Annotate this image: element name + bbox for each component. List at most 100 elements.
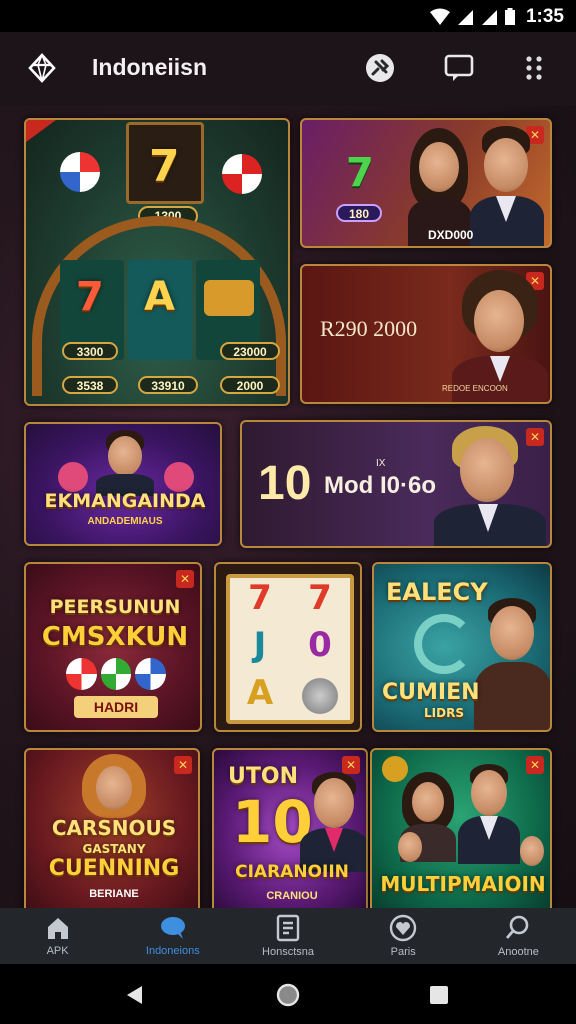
man-portrait	[458, 764, 520, 864]
top-reel: 7	[126, 122, 204, 204]
game-card-r290[interactable]: ✕ R290 2000 REDOE ENCOON	[300, 264, 552, 404]
reel-window: 7 7 J 0 A	[226, 574, 354, 724]
card-title: EKMANGAINDA	[44, 490, 206, 512]
bottom-nav: APK Indoneions Honsctsna Paris Anootne	[0, 908, 576, 964]
hot-badge: ✕	[174, 756, 192, 774]
card-title-line1: CARSNOUS	[51, 816, 177, 840]
game-card-carsnous[interactable]: ✕ CARSNOUS GASTANY CUENNING BERIANE	[24, 748, 200, 908]
card-title-line1: PEERSUNUN	[49, 596, 181, 618]
crowd-portrait-1	[390, 830, 430, 870]
card-label: HADRI	[74, 696, 158, 718]
card-title-line3: CUENNING	[48, 856, 180, 881]
nav-label: Anootne	[497, 946, 539, 958]
game-card-slot-table[interactable]: 7 1300 7 A 3300 23000 3538 33910 2000	[24, 118, 290, 406]
chip-icon-2	[222, 154, 262, 194]
card-headline: Mod I0·6o	[324, 472, 436, 499]
app-logo-icon[interactable]	[26, 52, 58, 84]
rewards-button[interactable]	[362, 50, 398, 86]
card-title-line2: CUMIEN	[382, 680, 480, 705]
card-headline: R290 2000	[320, 316, 418, 341]
game-grid: 7 1300 7 A 3300 23000 3538 33910 2000 ✕ …	[0, 106, 576, 908]
game-card-reel-machine[interactable]: 7 7 J 0 A	[214, 562, 362, 732]
man-portrait	[430, 426, 548, 546]
host-portrait	[96, 430, 154, 496]
reel-symbol-4: 0	[308, 625, 332, 666]
clover-icon-2	[164, 462, 194, 492]
value-pill-5: 2000	[220, 376, 280, 394]
hot-badge: ✕	[176, 570, 194, 588]
top-reel-symbol: 7	[149, 141, 180, 192]
nav-item-anootne[interactable]: Anootne	[461, 908, 576, 964]
reel-symbol-2: 7	[308, 578, 332, 618]
card-title-line2: CMSXKUN	[41, 622, 189, 652]
nav-item-honsctsna[interactable]: Honsctsna	[230, 908, 345, 964]
game-card-ekmangainda[interactable]: EKMANGAINDA ANDADEMIAUS	[24, 422, 222, 546]
nav-item-apk[interactable]: APK	[0, 908, 115, 964]
value-pill-1: 3300	[62, 342, 118, 360]
nav-label: Indoneions	[145, 945, 200, 957]
dots-grid-icon	[526, 56, 542, 80]
app-header: Indoneiisn	[0, 32, 576, 106]
card-big-number: 10	[258, 457, 312, 510]
nav-label: APK	[46, 945, 69, 957]
card-caption: DXD000	[428, 228, 474, 242]
card-title-line2: CIARANOIIN	[235, 862, 349, 882]
game-card-uton[interactable]: ✕ UTON 10 CIARANOIIN CRANIOU	[212, 748, 368, 908]
game-card-couple[interactable]: ✕ 7 180 DXD000	[300, 118, 552, 248]
game-card-multipmaioin[interactable]: ✕ MULTIPMAIOIN	[370, 748, 552, 908]
value-pill: 180	[336, 204, 382, 222]
signal-icon	[457, 10, 473, 25]
reel-symbol-1: 7	[248, 578, 272, 618]
game-card-peersunun[interactable]: ✕ PEERSUNUN CMSXKUN HADRI	[24, 562, 202, 732]
reel-symbol-5: A	[246, 672, 274, 713]
recents-button[interactable]	[426, 982, 452, 1008]
search-icon	[506, 915, 529, 939]
shield-heart-icon	[390, 914, 417, 942]
gold-bar-icon	[204, 280, 254, 316]
card-title-line3: LIDRS	[424, 706, 464, 720]
card-title-line2: GASTANY	[82, 842, 146, 856]
man-portrait	[468, 126, 546, 246]
card-title-line3: CRANIOU	[266, 890, 318, 902]
game-card-ealecy[interactable]: EALECY CUMIEN LIDRS	[372, 562, 552, 732]
reel-symbol-3: J	[253, 625, 267, 666]
back-button[interactable]	[122, 982, 148, 1008]
home-button[interactable]	[275, 982, 301, 1008]
value-pill-2: 23000	[220, 342, 280, 360]
coin-icon	[302, 678, 338, 715]
card-title-line1: EALECY	[386, 578, 488, 606]
hot-badge: ✕	[526, 756, 544, 774]
hot-ribbon	[26, 120, 56, 142]
man-portrait	[300, 772, 366, 872]
game-card-10-mod[interactable]: ✕ 10 IX Mod I0·6o	[240, 420, 552, 548]
nav-item-indoneions[interactable]: Indoneions	[115, 908, 230, 964]
home-icon	[47, 918, 68, 939]
card-small-text: IX	[376, 458, 386, 469]
card-caption: REDOE ENCOON	[442, 384, 508, 393]
card-caption: BERIANE	[89, 888, 139, 900]
menu-button[interactable]	[516, 50, 552, 86]
reel-symbol-2: A	[144, 274, 175, 320]
woman-portrait	[82, 754, 146, 824]
card-title: MULTIPMAIOIN	[380, 872, 546, 896]
nav-label: Honsctsna	[262, 946, 314, 958]
status-time: 1:35	[525, 6, 564, 27]
nav-item-paris[interactable]: Paris	[346, 908, 461, 964]
back-triangle-icon	[127, 986, 142, 1004]
reel-symbol: 7	[346, 150, 374, 196]
nav-label: Paris	[390, 946, 416, 958]
status-bar: 1:35	[0, 0, 576, 32]
card-title-line1: UTON	[228, 764, 298, 789]
chat-bubble-icon	[160, 917, 185, 939]
messages-button[interactable]	[441, 50, 477, 86]
swirl-icon	[414, 614, 474, 674]
card-subtitle: ANDADEMIAUS	[87, 516, 163, 527]
crowd-portrait-2	[512, 834, 550, 874]
reel-2: A	[128, 260, 192, 360]
chip-stack	[66, 658, 167, 692]
chat-icon	[444, 54, 474, 81]
chip-icon	[60, 152, 100, 192]
signal-icon-2	[481, 10, 497, 25]
home-circle-icon	[276, 983, 300, 1007]
reel-symbol-1: 7	[76, 274, 104, 320]
